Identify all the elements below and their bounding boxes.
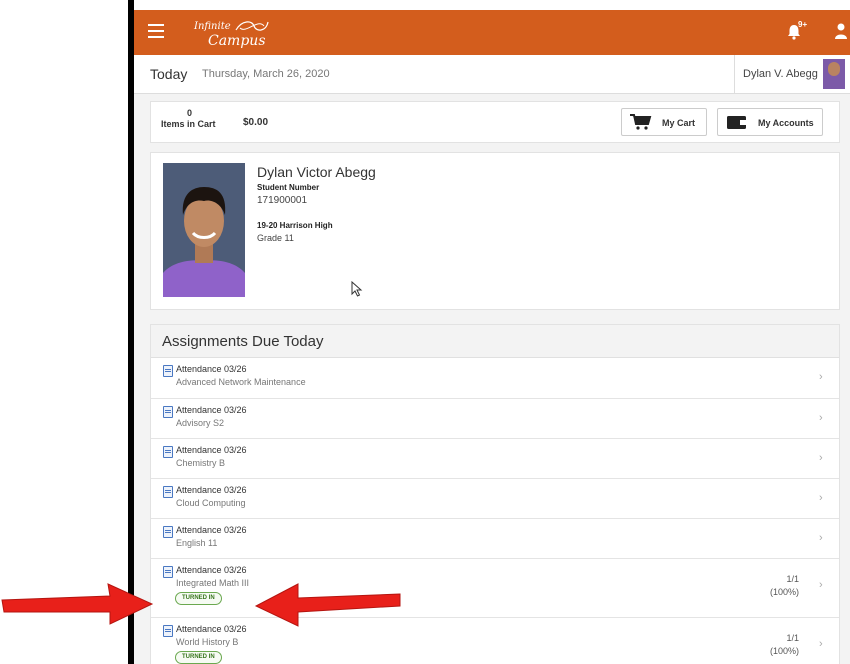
assignment-course: Advisory S2 — [176, 418, 225, 428]
assignment-name: Attendance 03/26 — [176, 565, 247, 575]
student-name: Dylan Victor Abegg — [257, 164, 376, 180]
assignment-score: 1/1 (100%) — [751, 632, 799, 658]
annotation-arrow-right-icon — [1, 583, 154, 625]
assignment-course: Integrated Math III — [176, 578, 250, 588]
assignment-row[interactable]: Attendance 03/26 Advanced Network Mainte… — [151, 358, 839, 399]
score-value: 1/1 — [786, 574, 799, 584]
my-cart-label: My Cart — [662, 118, 696, 128]
assignment-name: Attendance 03/26 — [176, 525, 247, 535]
student-grade: Grade 11 — [257, 233, 294, 243]
bell-icon[interactable]: 9+ — [787, 20, 809, 44]
chevron-right-icon: › — [819, 638, 823, 650]
annotation-arrow-left-icon — [254, 583, 401, 627]
assignment-course: World History B — [176, 637, 239, 647]
logo-swoosh-icon — [235, 21, 269, 31]
wallet-icon — [727, 116, 747, 129]
my-cart-button[interactable]: My Cart — [621, 108, 707, 136]
cart-icon — [630, 114, 652, 130]
score-percent: (100%) — [769, 646, 799, 656]
student-number-label: Student Number — [257, 183, 320, 192]
score-value: 1/1 — [786, 633, 799, 643]
cart-total: $0.00 — [243, 117, 269, 128]
today-label: Today — [150, 66, 188, 82]
logo-line1: Infinite — [194, 21, 231, 32]
chevron-right-icon: › — [819, 532, 823, 544]
cart-item-count: 0 — [187, 108, 193, 118]
assignment-name: Attendance 03/26 — [176, 364, 247, 374]
assignment-course: Cloud Computing — [176, 498, 246, 508]
cart-summary: 0 Items in Cart $0.00 My Cart My Account… — [150, 101, 840, 143]
assignments-header: Assignments Due Today — [151, 325, 839, 358]
document-icon — [163, 486, 173, 498]
assignments-title: Assignments Due Today — [162, 333, 324, 350]
avatar — [823, 59, 845, 89]
assignment-row[interactable]: Attendance 03/26 Advisory S2 › — [151, 399, 839, 439]
chevron-right-icon: › — [819, 452, 823, 464]
student-school: 19-20 Harrison High — [257, 221, 333, 230]
user-name: Dylan V. Abegg — [743, 68, 818, 80]
infinite-campus-logo[interactable]: Infinite Campus — [194, 16, 274, 50]
today-date: Thursday, March 26, 2020 — [202, 68, 330, 80]
user-profile-switcher[interactable]: Dylan V. Abegg — [734, 55, 850, 93]
assignment-course: English 11 — [176, 538, 218, 548]
assignment-name: Attendance 03/26 — [176, 485, 247, 495]
assignment-row[interactable]: Attendance 03/26 Cloud Computing › — [151, 479, 839, 519]
assignment-row[interactable]: Attendance 03/26 Chemistry B › — [151, 439, 839, 479]
assignment-course: Advanced Network Maintenance — [176, 377, 306, 387]
assignment-name: Attendance 03/26 — [176, 405, 247, 415]
assignment-row[interactable]: Attendance 03/26 English 11 › — [151, 519, 839, 559]
chevron-right-icon: › — [819, 412, 823, 424]
turned-in-badge: TURNED IN — [175, 651, 222, 664]
document-icon — [163, 365, 173, 377]
score-percent: (100%) — [769, 587, 799, 597]
student-photo — [163, 163, 245, 297]
assignment-score: 1/1 (100%) — [751, 573, 799, 599]
mouse-cursor-icon — [351, 281, 363, 297]
document-icon — [163, 566, 173, 578]
chevron-right-icon: › — [819, 579, 823, 591]
today-bar: Today Thursday, March 26, 2020 Dylan V. … — [134, 55, 850, 94]
turned-in-badge: TURNED IN — [175, 592, 222, 605]
document-icon — [163, 625, 173, 637]
student-info-card: Dylan Victor Abegg Student Number 171900… — [150, 152, 840, 310]
my-accounts-label: My Accounts — [758, 118, 814, 128]
student-number: 171900001 — [257, 195, 308, 206]
assignment-name: Attendance 03/26 — [176, 624, 247, 634]
document-icon — [163, 526, 173, 538]
assignment-course: Chemistry B — [176, 458, 226, 468]
document-icon — [163, 446, 173, 458]
assignment-name: Attendance 03/26 — [176, 445, 247, 455]
chevron-right-icon: › — [819, 492, 823, 504]
cart-items-label: Items in Cart — [161, 119, 216, 129]
app-window: Infinite Campus 9+ Today Thursday, March… — [134, 10, 850, 664]
my-accounts-button[interactable]: My Accounts — [717, 108, 823, 136]
document-icon — [163, 406, 173, 418]
user-icon[interactable] — [835, 23, 850, 41]
notification-badge: 9+ — [798, 20, 808, 29]
hamburger-icon[interactable] — [148, 24, 164, 38]
chevron-right-icon: › — [819, 371, 823, 383]
top-bar: Infinite Campus 9+ — [134, 10, 850, 55]
logo-line2: Campus — [208, 33, 266, 49]
